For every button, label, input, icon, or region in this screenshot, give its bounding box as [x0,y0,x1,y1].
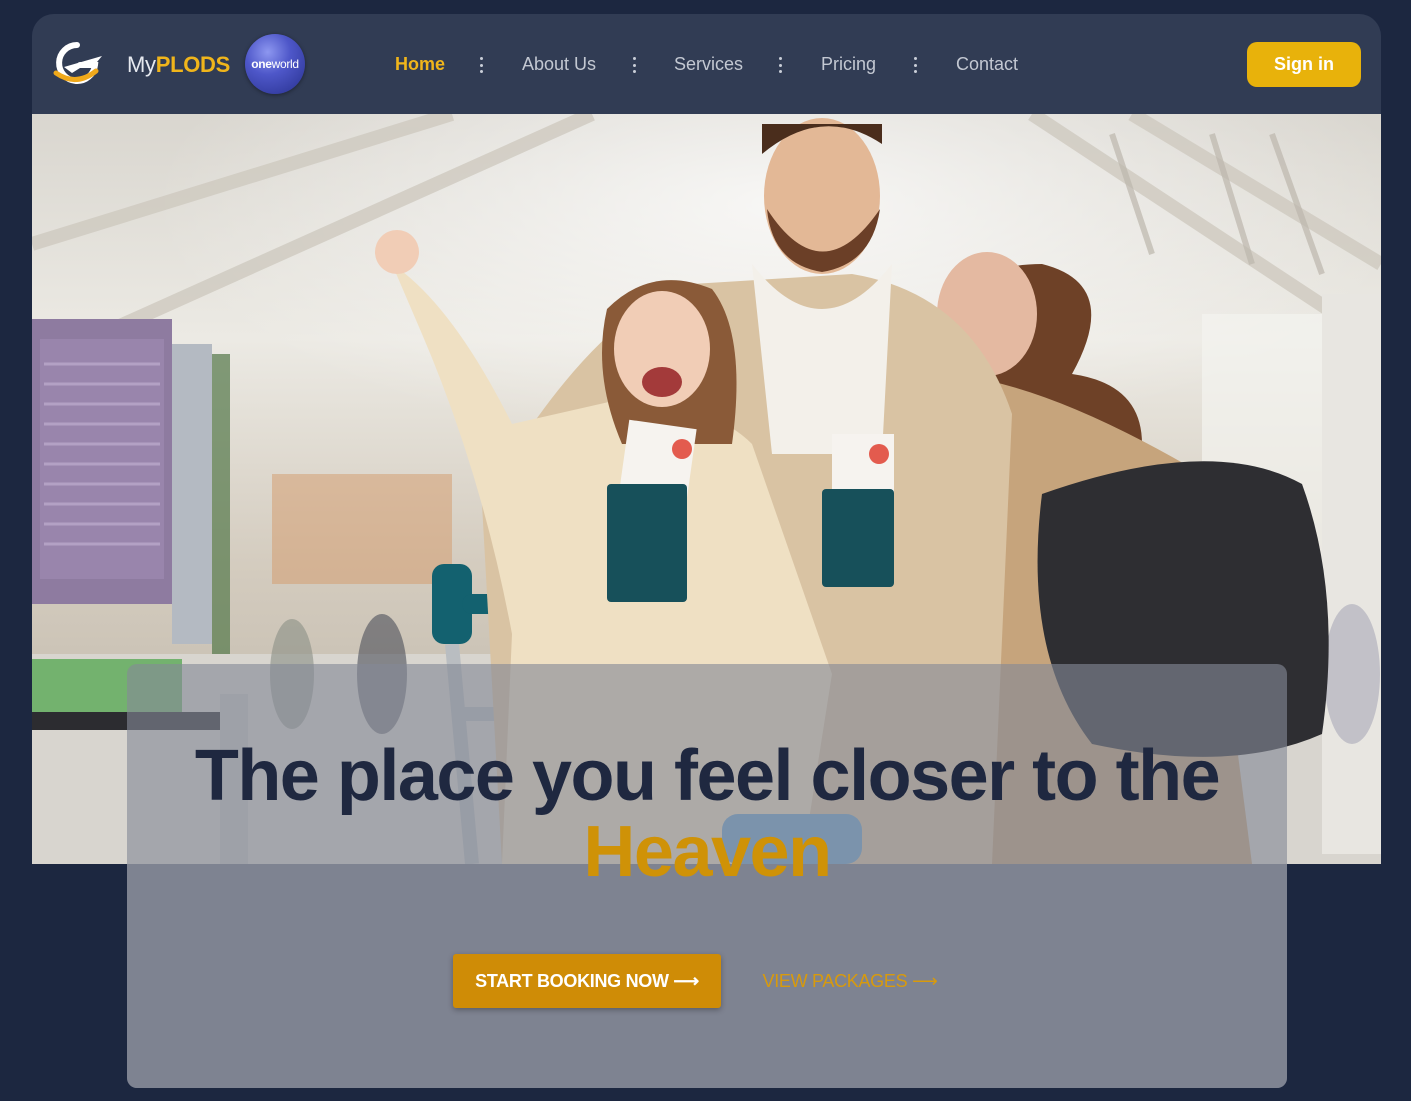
navbar: MyPLODS one world Home About Us Services … [32,14,1381,114]
oneworld-badge: one world [245,34,305,94]
vertical-dots-icon [778,57,782,73]
headline-main: The place you feel closer to the [194,736,1221,816]
logo-icon[interactable] [50,39,104,87]
sign-in-button[interactable]: Sign in [1247,42,1361,87]
badge-bold-text: one [251,57,272,71]
brand-name[interactable]: MyPLODS [127,52,230,78]
nav-item-home[interactable]: Home [395,54,445,75]
vertical-dots-icon [913,57,917,73]
view-packages-link[interactable]: VIEW PACKAGES ⟶ [760,969,940,993]
nav-item-pricing[interactable]: Pricing [821,54,876,75]
nav-item-services[interactable]: Services [674,54,743,75]
vertical-dots-icon [632,57,636,73]
brand-highlight: PLODS [155,52,231,77]
nav-item-about-us[interactable]: About Us [522,54,596,75]
nav-item-contact[interactable]: Contact [956,54,1018,75]
vertical-dots-icon [479,57,483,73]
brand-prefix: My [127,52,156,77]
badge-text: world [271,57,299,71]
hero-headline: The place you feel closer to the Heaven [127,738,1287,890]
headline-accent: Heaven [583,812,832,892]
start-booking-button[interactable]: START BOOKING NOW ⟶ [453,954,721,1008]
